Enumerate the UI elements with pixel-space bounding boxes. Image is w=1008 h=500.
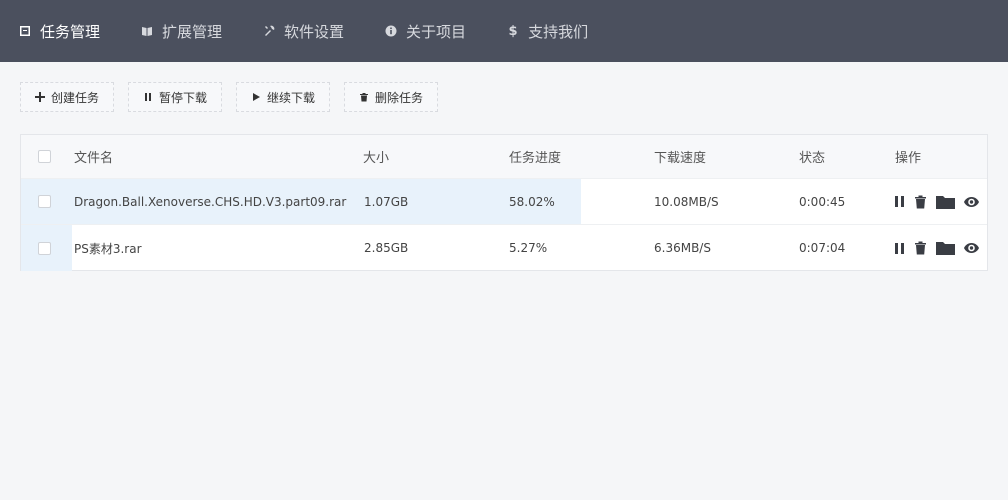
row-actions (894, 225, 988, 271)
plus-icon (35, 92, 45, 102)
row-filename: PS素材3.rar (74, 241, 142, 256)
row-checkbox[interactable] (38, 195, 51, 208)
row-status: 0:07:04 (799, 241, 846, 255)
folder-icon[interactable] (936, 195, 955, 209)
task-icon (18, 24, 32, 38)
row-checkbox[interactable] (38, 241, 51, 255)
delete-task-label: 删除任务 (375, 90, 424, 105)
resume-download-label: 继续下载 (267, 90, 316, 105)
pause-icon (143, 92, 153, 102)
nav-about-project[interactable]: 关于项目 (384, 0, 466, 62)
nav-software-settings[interactable]: 软件设置 (262, 0, 344, 62)
row-filename: Dragon.Ball.Xenoverse.CHS.HD.V3.part09.r… (74, 194, 347, 209)
header-actions: 操作 (895, 151, 922, 166)
header-status[interactable]: 状态 (799, 135, 825, 178)
nav-extension-manage[interactable]: 扩展管理 (140, 0, 222, 62)
row-status: 0:00:45 (799, 194, 846, 209)
select-all-checkbox[interactable] (38, 150, 51, 163)
resume-download-button[interactable]: 继续下载 (236, 82, 331, 112)
table-row[interactable]: PS素材3.rar 2.85GB 5.27% 6.36MB/S 0:07:04 (21, 225, 987, 271)
row-size: 2.85GB (364, 241, 409, 255)
row-progress: 5.27% (509, 241, 548, 255)
task-table: 文件名 大小 任务进度 下载速度 状态 操作 Dragon.Ball.Xenov… (20, 134, 988, 271)
eye-icon[interactable] (964, 243, 979, 253)
select-all-checkbox-cell (38, 135, 51, 178)
folder-icon[interactable] (936, 241, 955, 255)
row-checkbox-cell (38, 179, 51, 224)
header-progress[interactable]: 任务进度 (509, 135, 561, 178)
top-nav: 任务管理 扩展管理 软件设置 关于项目 $ 支持我们 (0, 0, 1008, 62)
header-speed[interactable]: 下载速度 (654, 135, 706, 178)
tools-icon (262, 24, 276, 38)
table-row[interactable]: Dragon.Ball.Xenoverse.CHS.HD.V3.part09.r… (21, 179, 987, 225)
pause-icon[interactable] (894, 195, 905, 208)
row-speed: 10.08MB/S (654, 194, 719, 209)
row-progress: 58.02% (509, 194, 555, 209)
trash-icon (359, 92, 369, 102)
header-size[interactable]: 大小 (363, 135, 389, 178)
nav-support-us[interactable]: $ 支持我们 (506, 0, 589, 62)
table-header: 文件名 大小 任务进度 下载速度 状态 操作 (21, 135, 987, 179)
dollar-icon: $ (508, 23, 518, 39)
nav-label: 支持我们 (528, 22, 589, 41)
nav-task-manage[interactable]: 任务管理 (18, 0, 100, 62)
nav-label: 任务管理 (40, 22, 101, 41)
row-speed: 6.36MB/S (654, 241, 711, 255)
pause-download-button[interactable]: 暂停下载 (128, 82, 223, 112)
row-actions (894, 179, 988, 224)
play-icon (251, 92, 261, 102)
row-size: 1.07GB (364, 194, 409, 209)
create-task-label: 创建任务 (51, 90, 100, 105)
header-filename[interactable]: 文件名 (74, 135, 113, 178)
trash-icon[interactable] (914, 241, 927, 255)
nav-label: 扩展管理 (162, 22, 223, 41)
toolbar: 创建任务 暂停下载 继续下载 删除任务 (20, 82, 452, 112)
create-task-button[interactable]: 创建任务 (20, 82, 115, 112)
info-icon (384, 24, 398, 38)
nav-label: 关于项目 (406, 22, 467, 41)
trash-icon[interactable] (914, 195, 927, 209)
book-icon (140, 24, 154, 38)
row-checkbox-cell (38, 225, 51, 271)
pause-icon[interactable] (894, 242, 905, 255)
eye-icon[interactable] (964, 196, 979, 207)
delete-task-button[interactable]: 删除任务 (344, 82, 439, 112)
pause-download-label: 暂停下载 (159, 90, 208, 105)
nav-label: 软件设置 (284, 22, 345, 41)
